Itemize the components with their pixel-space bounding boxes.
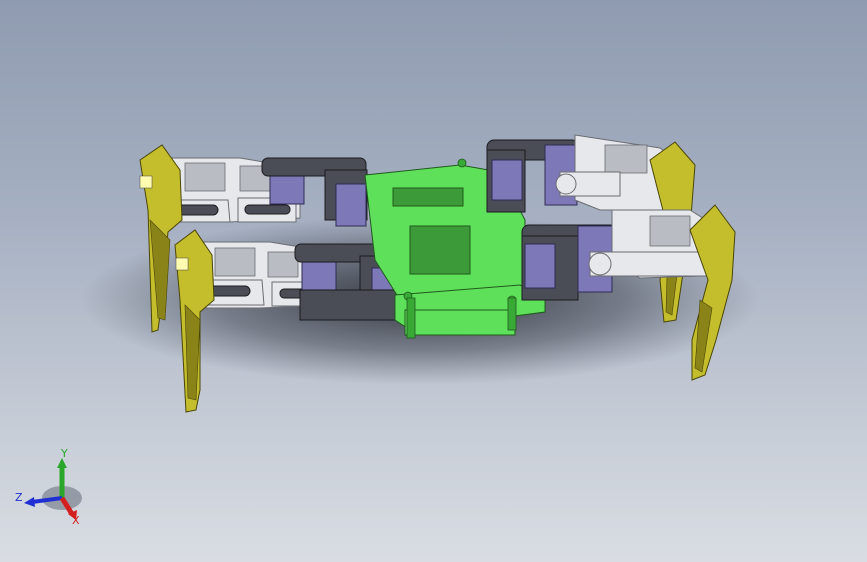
- hexapod-robot-model[interactable]: [0, 0, 867, 562]
- y-axis-label: Y: [60, 447, 68, 460]
- chassis-lower-plate: [404, 309, 516, 336]
- right-rear-horn-hub: [555, 173, 577, 195]
- x-axis-label: X: [72, 514, 80, 526]
- left-front-link-window-2: [267, 251, 299, 278]
- right-rear-link-window: [604, 144, 648, 174]
- chassis-standoff: [457, 158, 467, 168]
- 3d-viewport[interactable]: Y Z X: [0, 0, 867, 562]
- axis-triad: Y Z X: [15, 447, 82, 526]
- chassis-top-window: [392, 187, 464, 207]
- left-front-link-window: [214, 247, 256, 277]
- z-axis-arrow: [24, 497, 35, 507]
- left-front-lower-bracket: [299, 289, 401, 321]
- left-front-foot-plate: [175, 257, 189, 271]
- left-rear-servo-2: [335, 183, 367, 227]
- chassis-post: [406, 297, 416, 339]
- right-front-link-window: [649, 215, 691, 247]
- right-rear-servo: [491, 159, 523, 201]
- chassis-post-2: [507, 297, 517, 331]
- right-front-servo: [524, 243, 556, 289]
- left-rear-link-window: [184, 162, 226, 192]
- left-rear-horn-2-slot: [244, 204, 291, 215]
- right-front-horn-hub: [588, 252, 612, 276]
- left-rear-foot-plate: [139, 175, 153, 189]
- chassis-center-window: [409, 225, 471, 275]
- z-axis-label: Z: [15, 491, 23, 504]
